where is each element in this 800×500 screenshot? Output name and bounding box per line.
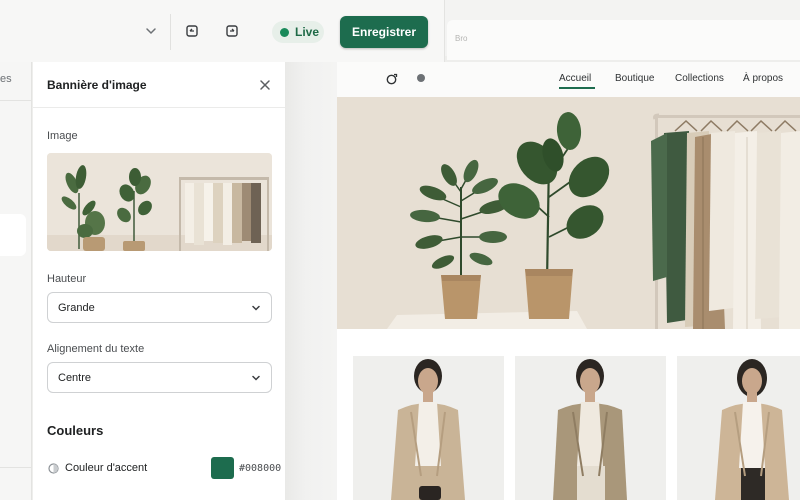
height-select-value: Grande: [58, 301, 95, 314]
product-card[interactable]: [353, 356, 504, 500]
settings-panel: Bannière d'image Image Hauteur Grande Al…: [33, 62, 285, 500]
accent-color-swatch[interactable]: [211, 457, 234, 479]
rail-active-item[interactable]: [0, 214, 26, 256]
undo-icon: [186, 25, 198, 37]
product-card[interactable]: [677, 356, 800, 500]
chevron-down-icon: [252, 305, 260, 311]
image-thumbnail[interactable]: [47, 153, 272, 251]
store-preview: Accueil Boutique Collections À propos: [337, 62, 800, 500]
alignment-select-value: Centre: [58, 371, 92, 384]
hero-banner-image: [337, 97, 800, 329]
redo-button[interactable]: [221, 20, 243, 42]
alignment-select[interactable]: Centre: [47, 362, 272, 393]
nav-link-a-propos[interactable]: À propos: [743, 73, 783, 84]
save-button[interactable]: Enregistrer: [340, 16, 428, 48]
preview-icon[interactable]: [385, 72, 399, 86]
hero-banner[interactable]: [337, 97, 800, 329]
undo-button[interactable]: [181, 20, 203, 42]
top-toolbar: Live Enregistrer: [0, 0, 445, 62]
product-image: [677, 356, 800, 500]
toolbar-divider: [170, 14, 171, 50]
close-icon[interactable]: [257, 77, 273, 93]
product-image: [515, 356, 666, 500]
rail-label: es: [0, 73, 12, 85]
image-label: Image: [47, 130, 78, 142]
product-card[interactable]: [515, 356, 666, 500]
accent-color-hex[interactable]: #008000: [239, 463, 281, 474]
height-label: Hauteur: [47, 273, 87, 285]
accent-color-label: Couleur d'accent: [65, 462, 148, 474]
colors-section-title: Couleurs: [47, 423, 104, 438]
redo-icon: [226, 25, 238, 37]
alignment-label: Alignement du texte: [47, 343, 145, 355]
nav-link-boutique[interactable]: Boutique: [615, 73, 654, 84]
banner-thumbnail-image: [47, 153, 272, 251]
rail-divider: [0, 467, 32, 468]
faint-label: Bro: [455, 34, 468, 43]
panel-title: Bannière d'image: [47, 78, 147, 92]
nav-active-underline: [559, 87, 595, 89]
live-label: Live: [295, 25, 320, 39]
product-image: [353, 356, 504, 500]
live-dot-icon: [280, 27, 289, 37]
panel-gutter: [285, 62, 337, 500]
panel-header: Bannière d'image: [33, 62, 285, 108]
dot-icon[interactable]: [417, 74, 425, 82]
address-bar-area: [447, 20, 800, 60]
nav-link-accueil[interactable]: Accueil: [559, 73, 591, 84]
store-nav: Accueil Boutique Collections À propos: [337, 62, 800, 97]
nav-link-collections[interactable]: Collections: [675, 73, 724, 84]
chevron-down-icon[interactable]: [144, 24, 158, 38]
rail-divider: [0, 100, 32, 101]
left-rail: es: [0, 62, 32, 500]
chevron-down-icon: [252, 375, 260, 381]
color-icon: [48, 463, 59, 474]
live-status-badge: Live: [272, 21, 324, 43]
height-select[interactable]: Grande: [47, 292, 272, 323]
